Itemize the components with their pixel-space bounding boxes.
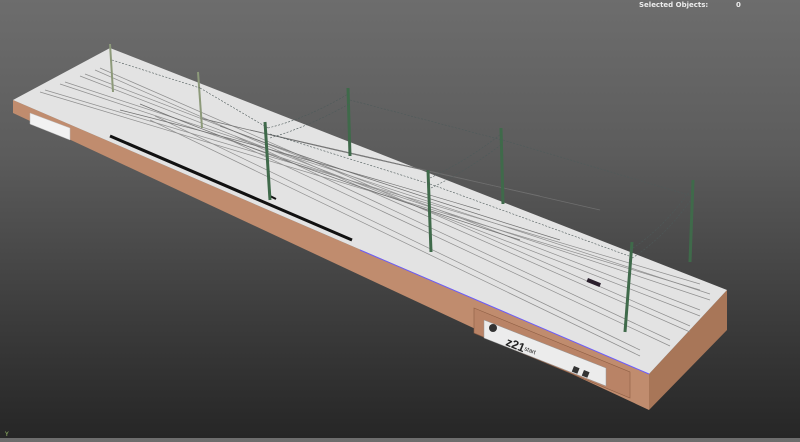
- axis-indicator: Y: [5, 431, 9, 438]
- mast: [688, 179, 695, 263]
- 3d-viewport[interactable]: z21 start: [0, 0, 800, 438]
- mast: [346, 87, 352, 157]
- selected-objects-label: Selected Objects:: [639, 1, 709, 9]
- baseboard-top-surface: [13, 48, 727, 374]
- selected-objects-count: 0: [736, 1, 741, 9]
- mast: [499, 127, 505, 205]
- layout-baseboard[interactable]: z21 start: [13, 48, 727, 410]
